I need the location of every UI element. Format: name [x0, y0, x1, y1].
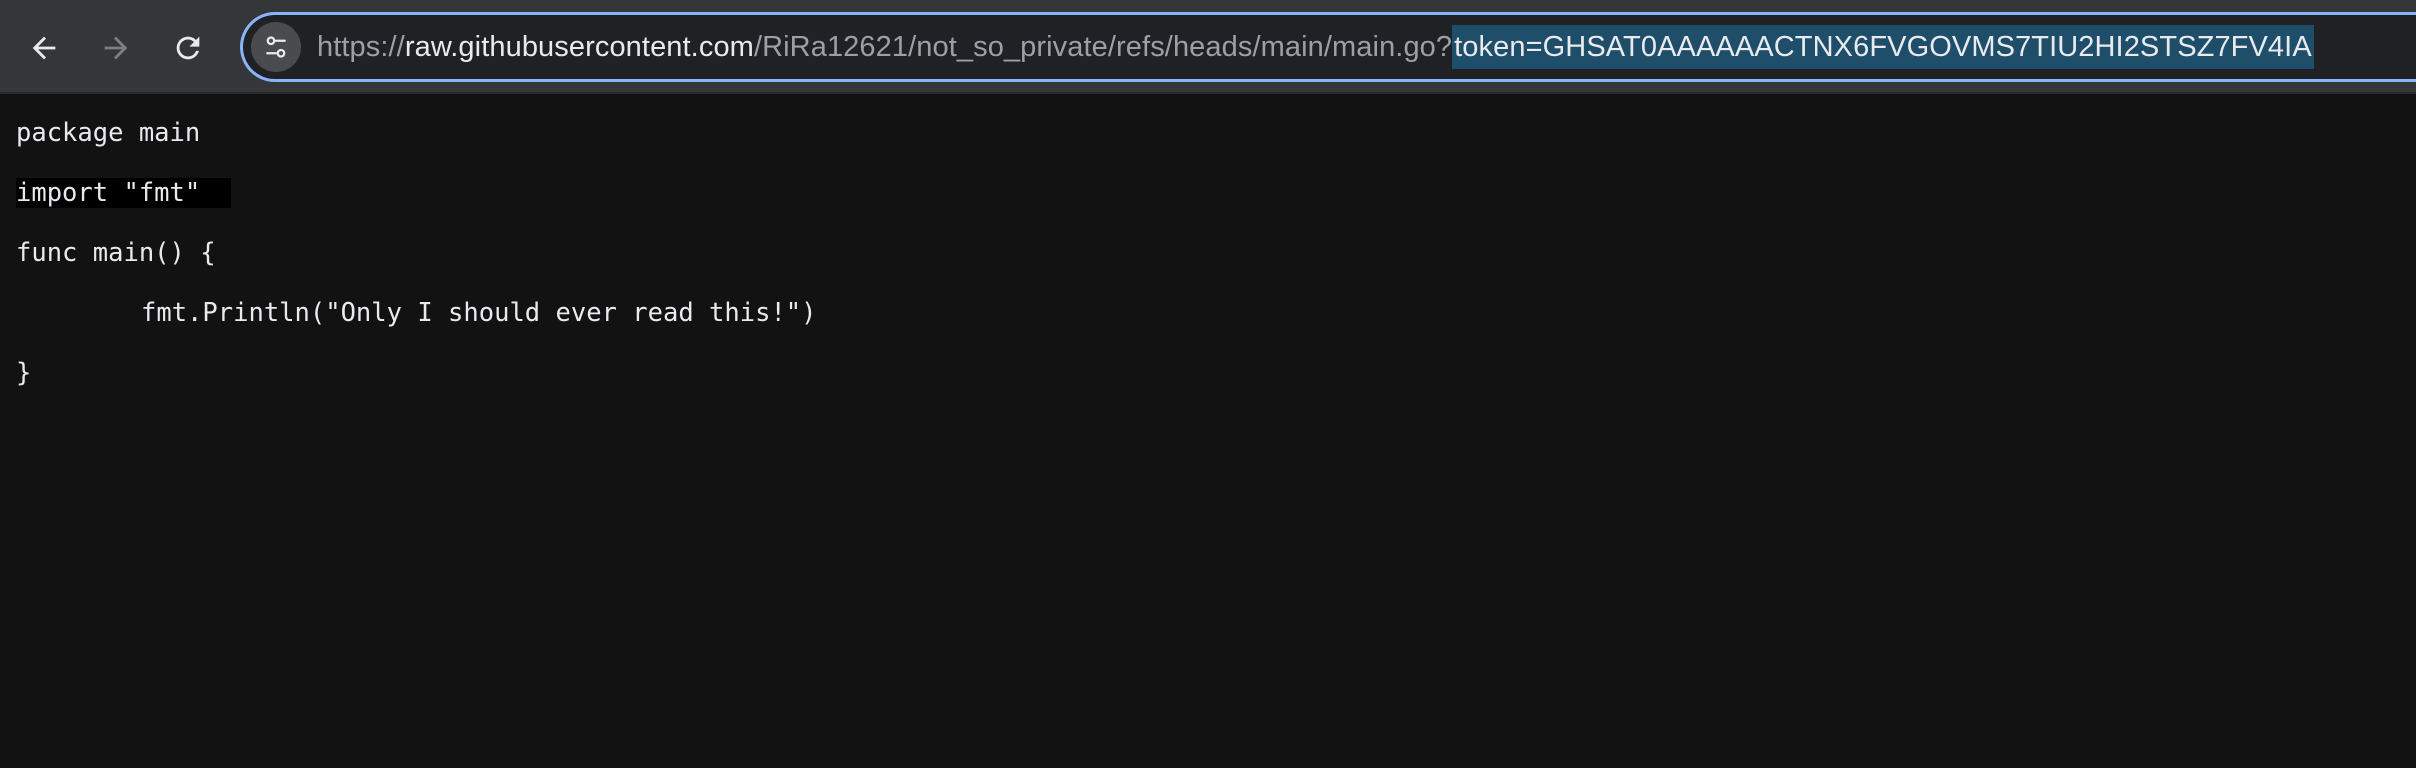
url-text[interactable]: https://raw.githubusercontent.com/RiRa12…	[317, 23, 2314, 71]
code-line-println: fmt.Println("Only I should ever read thi…	[141, 298, 817, 328]
browser-toolbar: https://raw.githubusercontent.com/RiRa12…	[0, 0, 2416, 94]
code-line-close-brace: }	[16, 358, 32, 388]
url-host: raw.githubusercontent.com	[404, 31, 754, 63]
url-path: /RiRa12621/not_so_private/refs/heads/mai…	[753, 31, 1453, 63]
forward-button[interactable]	[92, 24, 140, 72]
address-bar[interactable]: https://raw.githubusercontent.com/RiRa12…	[240, 12, 2416, 82]
back-button[interactable]	[20, 24, 68, 72]
url-scheme: https://	[317, 31, 405, 63]
arrow-right-icon	[104, 36, 128, 60]
code-line-import: import "fmt"	[16, 178, 2400, 208]
code-block: package main import "fmt" func main() { …	[16, 118, 2400, 388]
reload-icon	[176, 36, 200, 60]
arrow-left-icon	[32, 36, 56, 60]
reload-button[interactable]	[164, 24, 212, 72]
page-content: package main import "fmt" func main() { …	[0, 96, 2416, 768]
tune-icon	[266, 36, 286, 58]
code-line-func: func main() {	[16, 238, 216, 268]
import-highlight: import "fmt"	[16, 178, 201, 208]
site-info-button[interactable]	[251, 22, 301, 72]
url-query-selected: token=GHSAT0AAAAAACTNX6FVGOVMS7TIU2HI2ST…	[1452, 25, 2314, 69]
code-line-package: package main	[16, 118, 201, 148]
